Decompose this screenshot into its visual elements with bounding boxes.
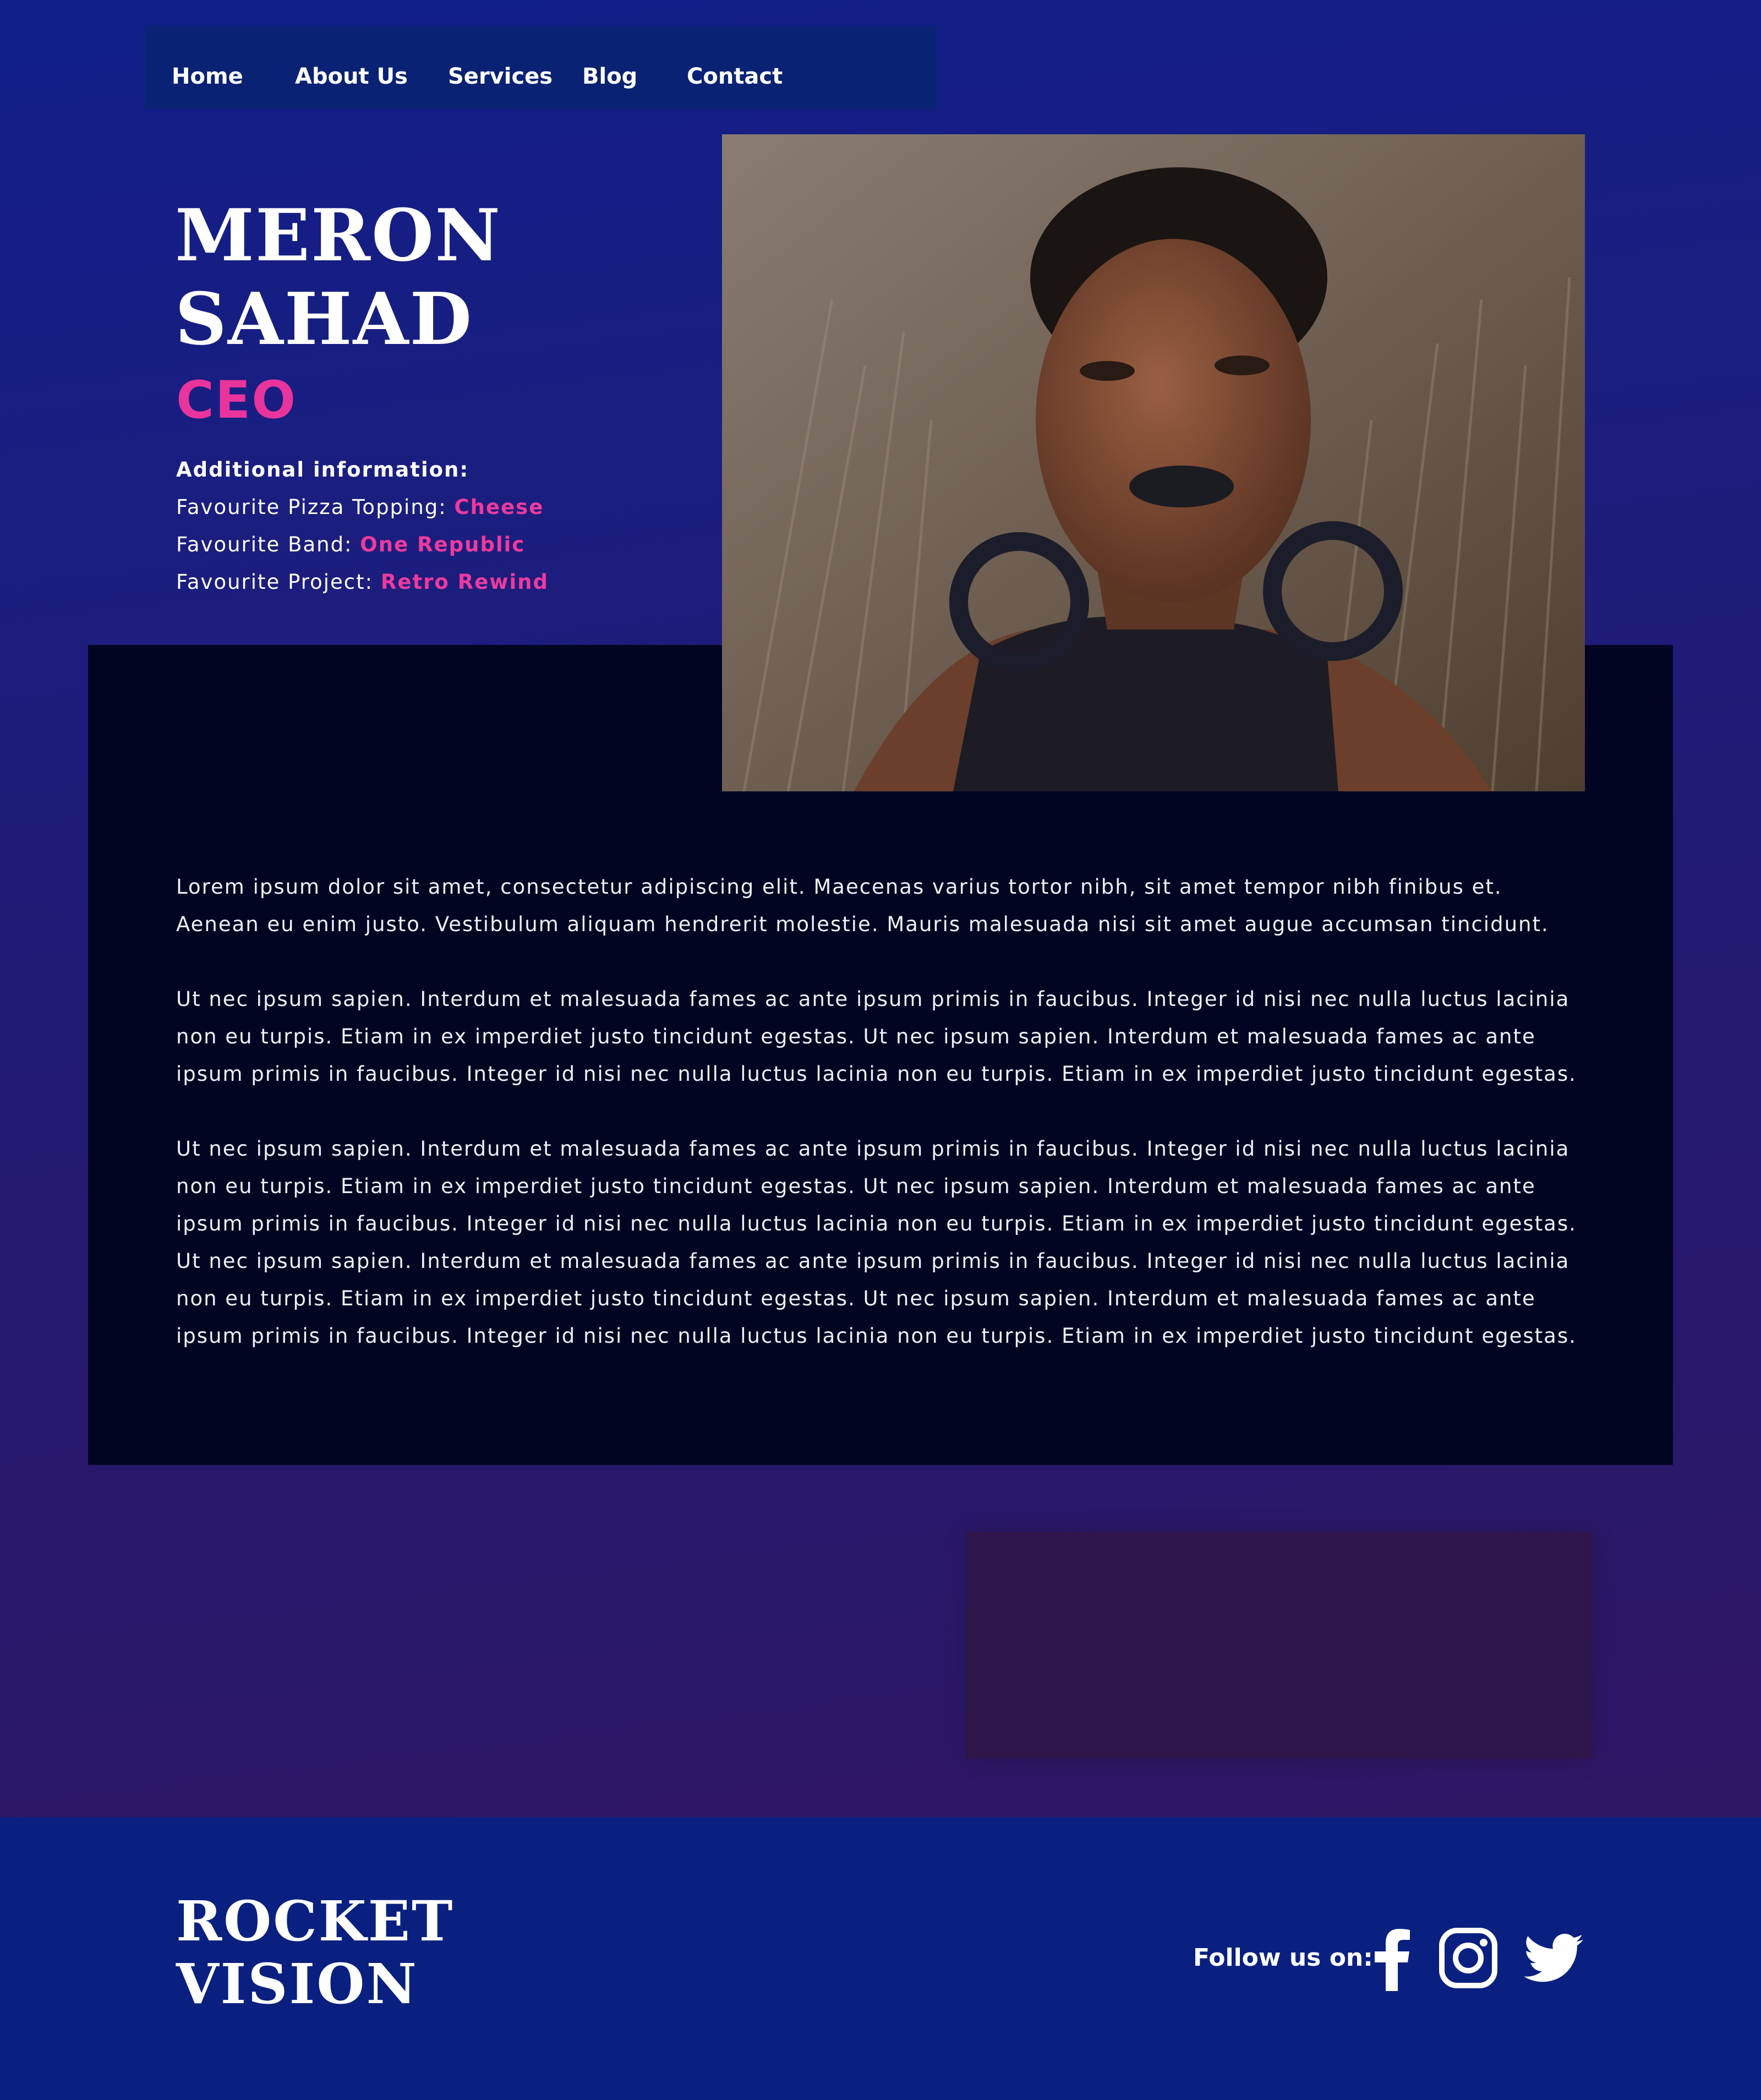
additional-info: Additional information: Favourite Pizza … xyxy=(176,451,549,601)
portrait-image xyxy=(722,134,1585,791)
main-navigation: Home About Us Services Blog Contact xyxy=(145,25,937,109)
follow-us-label: Follow us on: xyxy=(1193,1944,1373,1972)
nav-home-link[interactable]: Home xyxy=(172,25,243,109)
info-value: Cheese xyxy=(454,495,544,519)
bio-text: Lorem ipsum dolor sit amet, consectetur … xyxy=(176,868,1585,1392)
nav-blog-link[interactable]: Blog xyxy=(582,25,637,109)
bio-paragraph: Ut nec ipsum sapien. Interdum et malesua… xyxy=(176,987,1577,1086)
profile-name: MERON SAHAD xyxy=(175,194,501,361)
info-row-project: Favourite Project: Retro Rewind xyxy=(176,564,549,601)
info-heading: Additional information: xyxy=(176,458,469,482)
bio-paragraph: Lorem ipsum dolor sit amet, consectetur … xyxy=(176,875,1549,936)
profile-role: CEO xyxy=(176,370,297,430)
nav-services-link[interactable]: Services xyxy=(448,25,553,109)
info-label: Favourite Project: xyxy=(176,570,381,594)
info-label: Favourite Band: xyxy=(176,533,360,556)
instagram-glyph xyxy=(1439,1928,1497,1988)
info-value: One Republic xyxy=(360,533,526,556)
profile-photo xyxy=(722,134,1585,791)
info-value: Retro Rewind xyxy=(380,570,549,594)
info-row-band: Favourite Band: One Republic xyxy=(176,526,549,564)
brand-line: ROCKET xyxy=(176,1889,455,1954)
nav-contact-link[interactable]: Contact xyxy=(687,25,783,109)
info-label: Favourite Pizza Topping: xyxy=(176,495,455,519)
instagram-icon[interactable] xyxy=(1437,1925,1499,1991)
first-name: MERON xyxy=(175,193,502,277)
info-row-pizza: Favourite Pizza Topping: Cheese xyxy=(176,489,549,526)
decorative-box xyxy=(966,1532,1593,1759)
twitter-icon[interactable] xyxy=(1521,1925,1586,1991)
last-name: SAHAD xyxy=(175,277,473,361)
bio-paragraph: Ut nec ipsum sapien. Interdum et malesua… xyxy=(176,1137,1577,1348)
facebook-glyph xyxy=(1375,1929,1410,1991)
nav-about-link[interactable]: About Us xyxy=(295,25,408,109)
brand-line: VISION xyxy=(176,1951,418,2016)
footer-brand-logo: ROCKET VISION xyxy=(176,1890,454,2015)
twitter-glyph xyxy=(1523,1933,1584,1982)
facebook-icon[interactable] xyxy=(1369,1925,1413,1991)
